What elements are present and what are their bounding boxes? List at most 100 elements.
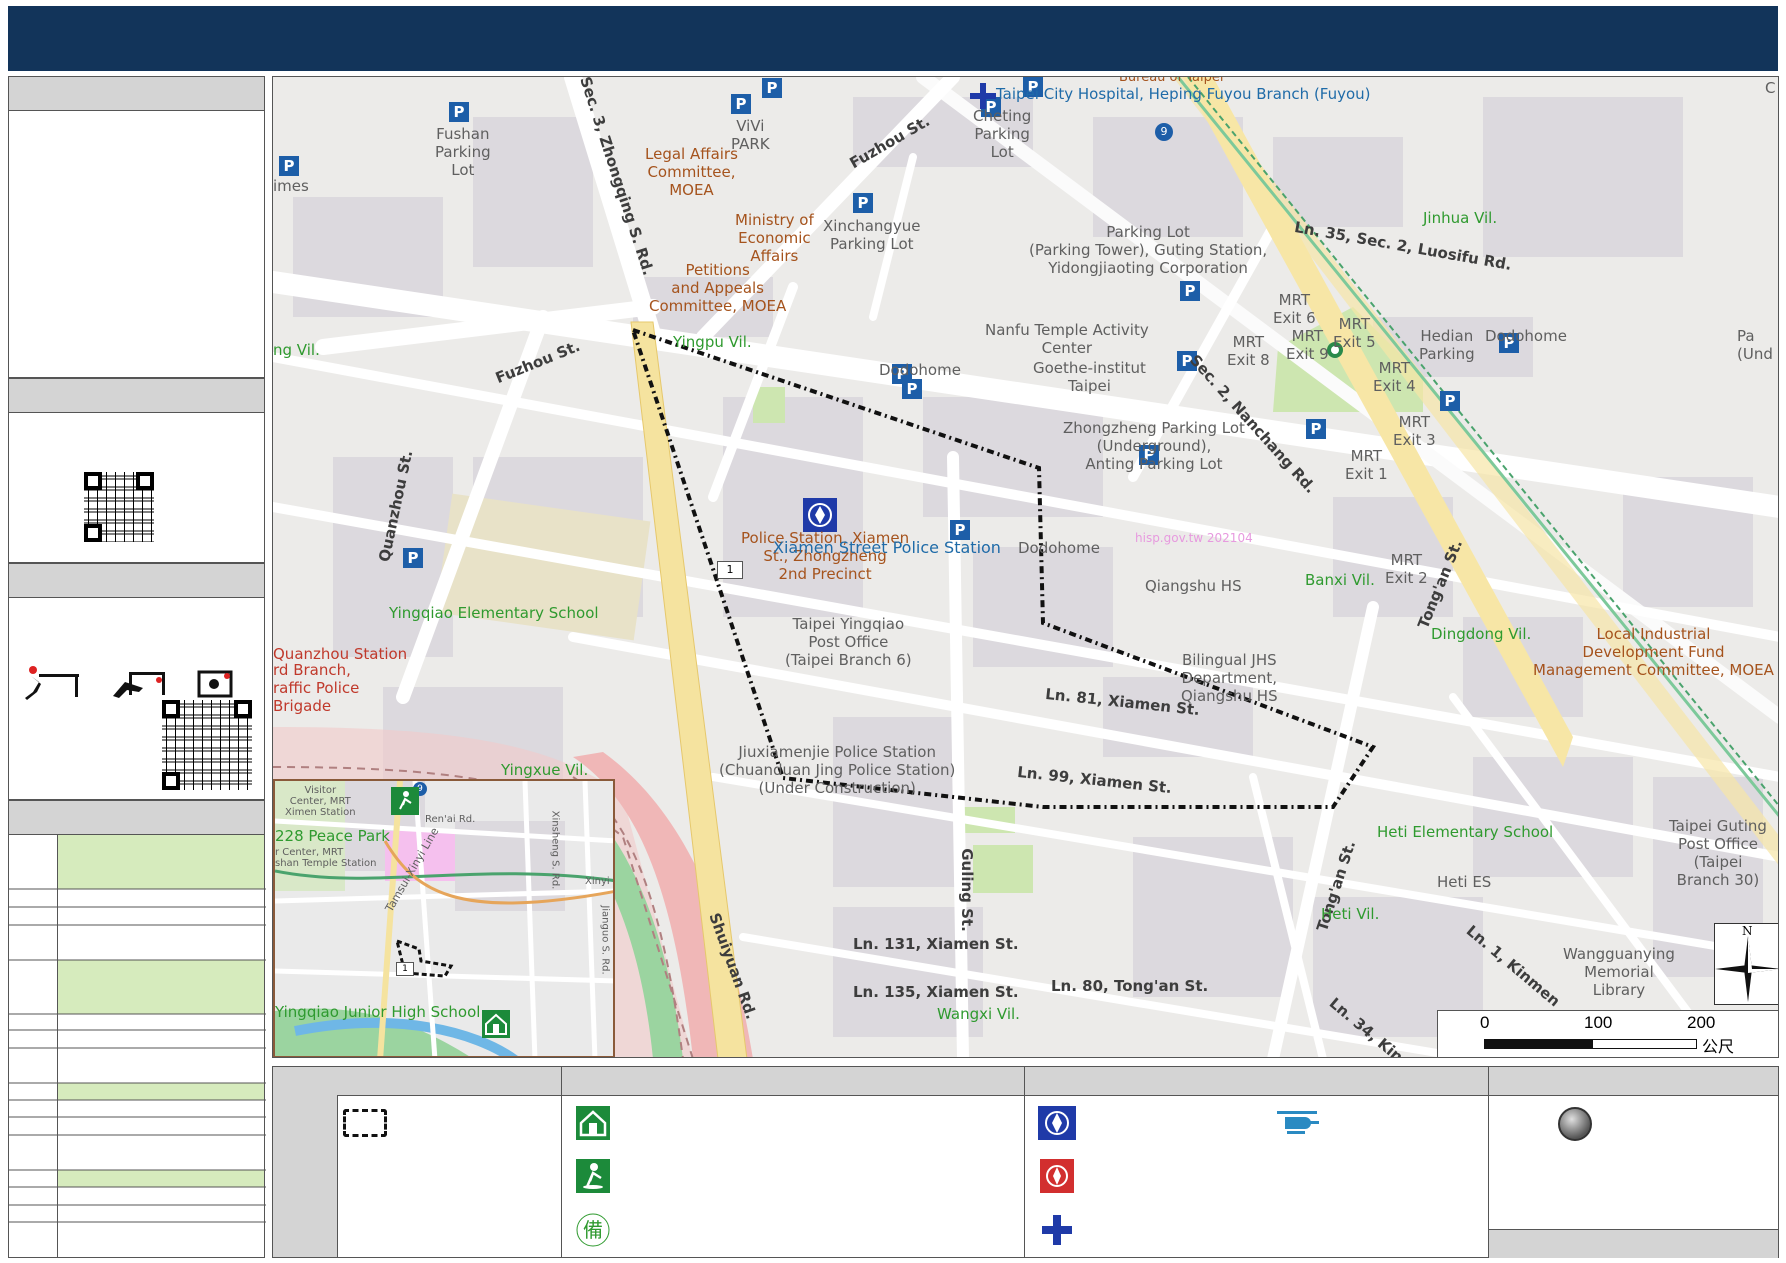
parking-icon[interactable]: P: [279, 156, 299, 176]
inset-shelter-icon: [482, 1010, 510, 1038]
parking-icon[interactable]: P: [950, 520, 970, 540]
ng-vil-label: ng Vil.: [273, 341, 320, 359]
fushan-parking-label: Fushan Parking Lot: [435, 125, 491, 179]
traffic-police-label: rd Branch, raffic Police Brigade: [273, 661, 360, 715]
inset-route-shield-icon: 1: [396, 962, 414, 976]
nanfu-temple-label: Nanfu Temple Activity Center: [985, 321, 1149, 357]
bilingual-jhs-label: Bilingual JHS Department, Qiangshu HS: [1181, 651, 1278, 705]
petitions-label: Petitions and Appeals Committee, MOEA: [649, 261, 787, 315]
jiuxiamen-police-label: Jiuxiamenjie Police Station (Chuanduan J…: [719, 743, 956, 797]
legend-side-column: [273, 1067, 338, 1257]
yingpu-vil-label: Yingpu Vil.: [673, 333, 752, 351]
inset-xinsheng-label: Xinsheng S. Rd.: [549, 810, 561, 890]
legend-panel: 備: [272, 1066, 1779, 1258]
parking-icon[interactable]: P: [449, 102, 469, 122]
evacuation-site-icon: [576, 1159, 610, 1193]
jinhua-vil-label: Jinhua Vil.: [1423, 209, 1498, 227]
qr-code-icon-2[interactable]: [162, 700, 252, 790]
dodohome-right-label: Dodohome: [1485, 327, 1567, 345]
mrt-exit-2-label: MRT Exit 2: [1385, 551, 1428, 587]
mrt-exit-4-label: MRT Exit 4: [1373, 359, 1416, 395]
xinchangyue-label: Xinchangyue Parking Lot: [823, 217, 921, 253]
table-row-lines: [9, 888, 266, 1223]
scale-bar: 0 100 200 公尺: [1437, 1010, 1778, 1057]
parking-icon[interactable]: P: [731, 94, 751, 114]
mrt-exit-5-label: MRT Exit 5: [1333, 315, 1376, 351]
wangguanying-label: Wangguanying Memorial Library: [1563, 945, 1675, 999]
inset-jianguo-label: Jianguo S. Rd.: [599, 905, 611, 975]
post-office-label: Taipei Yingqiao Post Office (Taipei Bran…: [785, 615, 912, 669]
police-station-icon[interactable]: [803, 498, 837, 532]
route-shield-icon: 1: [717, 561, 743, 579]
guling-st-label: Guling St.: [957, 848, 976, 932]
earthquake-panel-header: [9, 564, 264, 598]
heti-es-short-label: Heti ES: [1437, 873, 1492, 891]
inset-visitor2-label: r Center, MRT shan Temple Station: [275, 847, 377, 869]
zhongzheng-parking-label: Zhongzheng Parking Lot (Underground), An…: [1063, 419, 1245, 473]
circle-marker-icon: [1558, 1107, 1592, 1141]
parking-icon[interactable]: P: [762, 78, 782, 98]
hospital-label: Taipei City Hospital, Heping Fuyou Branc…: [996, 85, 1371, 103]
hospital-icon[interactable]: [970, 83, 996, 109]
highway-shield-icon: 9: [1155, 123, 1173, 141]
medical-icon: [1042, 1215, 1072, 1245]
inset-visitor-label: Visitor Center, MRT Ximen Station: [285, 785, 356, 818]
yingqiao-es-label: Yingqiao Elementary School: [389, 604, 599, 622]
imes-label: imes: [273, 177, 309, 195]
scale-bar-white: [1592, 1039, 1697, 1049]
main-map[interactable]: P P P P P P P P P P P P P P P P P 1 9 Fu…: [272, 76, 1779, 1058]
cheting-label: Cheting Parking Lot: [973, 107, 1032, 161]
qiangshu-hs-label: Qiangshu HS: [1145, 577, 1242, 595]
shelter-icon: [576, 1106, 610, 1140]
ln131-xiamen-label: Ln. 131, Xiamen St.: [853, 935, 1019, 953]
north-arrow: N: [1714, 923, 1778, 1005]
mrt-exit-9-label: MRT Exit 9: [1286, 327, 1329, 363]
scale-unit-label: 公尺: [1702, 1037, 1735, 1056]
scale-200-label: 200: [1687, 1013, 1716, 1032]
heti-es-label: Heti Elementary School: [1377, 823, 1554, 841]
helicopter-icon: [1277, 1111, 1319, 1134]
inset-evacuation-icon: [391, 787, 419, 815]
qr-panel: [8, 378, 265, 563]
parking-icon[interactable]: P: [1306, 419, 1326, 439]
parking-icon[interactable]: P: [1440, 391, 1460, 411]
banxi-vil-label: Banxi Vil.: [1305, 571, 1375, 589]
bureau-label: Bureau of Taipei: [1119, 76, 1224, 85]
dodohome-center-label: Dodohome: [879, 361, 961, 379]
guting-post-label: Taipei Guting Post Office (Taipei Branch…: [1669, 817, 1767, 889]
inset-renai-label: Ren'ai Rd.: [425, 814, 476, 825]
inset-map[interactable]: 228 Peace Park Yingqiao Junior High Scho…: [273, 779, 615, 1057]
scale-0-label: 0: [1480, 1013, 1490, 1032]
inset-peace-park-label: 228 Peace Park: [275, 827, 390, 845]
parking-icon[interactable]: P: [853, 193, 873, 213]
legend-divider: [1024, 1067, 1025, 1257]
legend-footer-cell: [1489, 1229, 1778, 1258]
mrt-exit-6-label: MRT Exit 6: [1273, 291, 1316, 327]
legal-affairs-label: Legal Affairs Committee, MOEA: [645, 145, 738, 199]
qr-panel-header: [9, 379, 264, 413]
cover-icon: [113, 672, 165, 698]
qr-code-icon[interactable]: [84, 472, 154, 542]
wangxi-vil-label: Wangxi Vil.: [937, 1005, 1020, 1023]
legend-boundary-icon: [343, 1109, 387, 1137]
ministry-label: Ministry of Economic Affairs: [735, 211, 814, 265]
goethe-label: Goethe-institut Taipei: [1033, 359, 1146, 395]
header-bar: [8, 6, 1778, 71]
compass-icon: [1715, 936, 1778, 1002]
svg-text:備: 備: [583, 1218, 603, 1242]
legend-divider: [561, 1067, 562, 1257]
scale-bar-black: [1484, 1039, 1592, 1049]
corner-c-label: C: [1765, 79, 1776, 97]
earthquake-panel: [8, 563, 265, 800]
parking-icon[interactable]: P: [902, 379, 922, 399]
inset-yingqiao-jhs-label: Yingqiao Junior High School: [275, 1003, 481, 1021]
xiamen-police-label: Xiamen Street Police Station: [773, 538, 1001, 557]
mrt-exit-1-label: MRT Exit 1: [1345, 447, 1388, 483]
mrt-exit-3-label: MRT Exit 3: [1393, 413, 1436, 449]
parking-icon[interactable]: P: [1180, 281, 1200, 301]
standby-icon: 備: [576, 1213, 610, 1247]
police-icon: [1038, 1106, 1076, 1140]
local-industrial-label: Local Industrial Development Fund Manage…: [1533, 625, 1774, 679]
heti-vil-label: Heti Vil.: [1321, 905, 1380, 923]
parking-icon[interactable]: P: [403, 548, 423, 568]
